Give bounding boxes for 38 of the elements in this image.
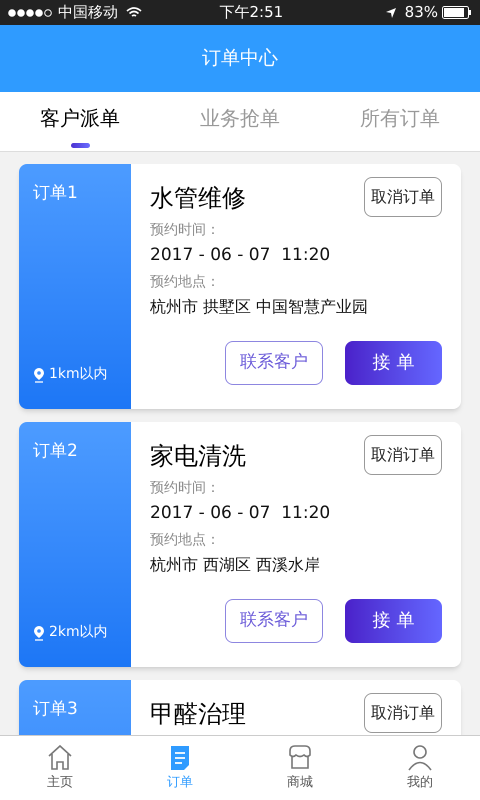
time-label: 预约时间： [150, 221, 221, 240]
place-label: 预约地点： [150, 530, 221, 550]
appointment-address: 杭州市 拱墅区 中国智慧产业园 [150, 296, 370, 318]
battery-text: 83% [404, 2, 438, 24]
signal-icon [8, 8, 54, 16]
appointment-time: 2017 - 06 - 07 11:20 [150, 502, 332, 525]
cancel-order-button[interactable]: 取消订单 [364, 693, 442, 733]
distance-text: 1km以内 [49, 365, 108, 384]
appointment-address: 杭州市 西湖区 西溪水岸 [150, 554, 322, 576]
cancel-order-button[interactable]: 取消订单 [364, 435, 442, 475]
time-label: 预约时间： [150, 479, 221, 498]
page-title: 订单中心 [202, 46, 278, 72]
appointment-time: 2017 - 06 - 07 11:20 [150, 244, 332, 267]
clock-text: 下午2:51 [218, 2, 284, 24]
accept-order-button[interactable]: 接 单 [345, 340, 442, 384]
service-title: 水管维修 [150, 183, 246, 214]
place-label: 预约地点： [150, 272, 221, 292]
location-arrow-icon [384, 6, 397, 18]
nav-item[interactable]: 主页 [0, 736, 120, 800]
battery-icon [442, 6, 472, 19]
order-number: 订单3 [33, 698, 79, 721]
location-pin-icon [33, 366, 45, 382]
nav-item[interactable]: 我的 [360, 736, 480, 800]
distance-text: 2km以内 [49, 623, 108, 642]
accept-order-button[interactable]: 接 单 [345, 598, 442, 642]
order-number: 订单2 [33, 440, 79, 463]
location-pin-icon [33, 624, 45, 640]
service-title: 甲醛治理 [150, 699, 246, 730]
order-number: 订单1 [33, 182, 79, 205]
tab[interactable]: 客户派单 [40, 103, 120, 133]
carrier-text: 中国移动 [58, 2, 118, 24]
tab-indicator [70, 143, 90, 148]
wifi-icon [126, 6, 142, 18]
service-title: 家电清洗 [150, 441, 246, 472]
cancel-order-button[interactable]: 取消订单 [364, 177, 442, 217]
nav-item[interactable]: 商城 [240, 736, 360, 800]
contact-customer-button[interactable]: 联系客户 [225, 340, 323, 384]
contact-customer-button[interactable]: 联系客户 [225, 598, 323, 642]
